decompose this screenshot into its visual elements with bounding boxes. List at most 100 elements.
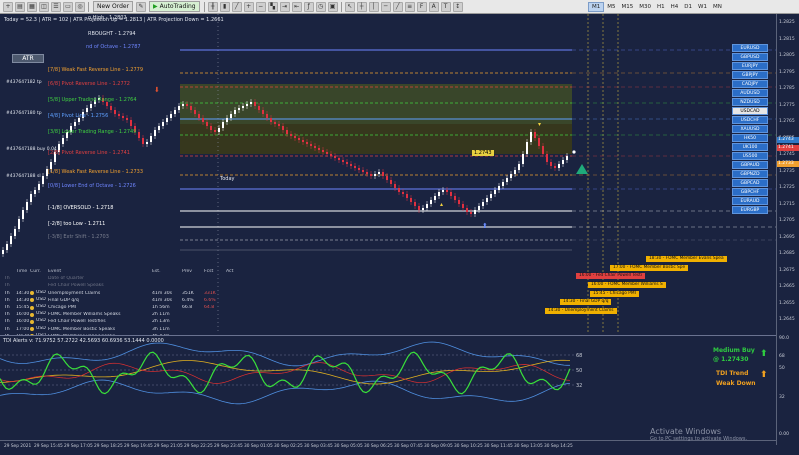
symbol-button-euraud[interactable]: EURAUD — [732, 197, 768, 205]
symbol-button-usdchf[interactable]: USDCHF — [732, 116, 768, 124]
timeframe-w1[interactable]: W1 — [695, 2, 710, 12]
trendline-icon[interactable]: ╱ — [392, 1, 403, 12]
timeframe-group: M1 M5 M15 M30 H1 H4 D1 W1 MN — [588, 2, 725, 12]
timeframe-mn[interactable]: MN — [710, 2, 725, 12]
price-box: 1.2733 — [777, 161, 799, 167]
horizontal-line-icon[interactable]: ─ — [380, 1, 391, 12]
candle-body — [130, 120, 132, 126]
calendar-row[interactable]: Th 14:30 USD Unemployment Claims 41m 30s 351K… — [4, 290, 250, 297]
calendar-row[interactable]: Th 15:45 USD Chicago PMI 1h 56m 66.8 64.8 — [4, 304, 250, 311]
calendar-prev: 351K — [182, 290, 194, 296]
templates-icon[interactable]: ▣ — [327, 1, 338, 12]
candle-body — [530, 132, 532, 142]
symbol-button-us500[interactable]: US500 — [732, 152, 768, 160]
symbol-button-audusd[interactable]: AUDUSD — [732, 89, 768, 97]
zoom-in-icon[interactable]: + — [243, 1, 254, 12]
cursor-icon[interactable]: ↖ — [344, 1, 355, 12]
candle-body — [390, 180, 392, 184]
calendar-row[interactable]: Th 14:30 USD Final GDP q/q 41m 30s 6.4% 6.6% — [4, 297, 250, 304]
candle-body — [450, 192, 452, 196]
candle-body — [522, 154, 524, 164]
data-window-icon[interactable]: ◫ — [39, 1, 49, 12]
current-price-tag: 1.2743 — [472, 150, 494, 156]
time-tick: 29 Sep 15:45 — [34, 444, 63, 449]
crosshair-icon[interactable]: ┼ — [356, 1, 367, 12]
strategy-tester-icon[interactable]: ◎ — [75, 1, 85, 12]
calendar-row[interactable]: Th 17:00 USD FOMC Member Bostic Speaks 3h 11… — [4, 326, 250, 333]
fibonacci-icon[interactable]: F — [416, 1, 427, 12]
symbol-button-eurjpy[interactable]: EURJPY — [732, 62, 768, 70]
symbol-button-hk50[interactable]: HK50 — [732, 134, 768, 142]
symbol-button-gbpjpy[interactable]: GBPJPY — [732, 71, 768, 79]
tile-windows-icon[interactable]: ▚ — [267, 1, 278, 12]
indicators-icon[interactable]: ƒ — [303, 1, 314, 12]
vertical-line-icon[interactable]: │ — [368, 1, 379, 12]
impact-dot-icon — [30, 291, 34, 296]
timeframe-m15[interactable]: M15 — [619, 2, 637, 12]
timeframe-h1[interactable]: H1 — [654, 2, 668, 12]
price-tick: 1.2735 — [779, 168, 795, 174]
timeframe-m30[interactable]: M30 — [636, 2, 654, 12]
zoom-out-icon[interactable]: − — [255, 1, 266, 12]
level-label: [0/8] Lower End of Octave - 1.2726 — [48, 183, 136, 189]
arrows-icon[interactable]: ↕ — [452, 1, 463, 12]
candle-body — [42, 176, 44, 184]
metaeditor-icon[interactable]: ✎ — [136, 1, 147, 12]
symbol-button-gbpaud[interactable]: GBPAUD — [732, 161, 768, 169]
bar-chart-icon[interactable]: ╫ — [207, 1, 218, 12]
symbol-button-gbpcad[interactable]: GBPCAD — [732, 179, 768, 187]
candle-body — [306, 142, 308, 144]
symbol-button-uk100[interactable]: UK100 — [732, 143, 768, 151]
label-icon[interactable]: T — [440, 1, 451, 12]
symbol-button-gbpnzd[interactable]: GBPNZD — [732, 170, 768, 178]
tdi-subwindow[interactable]: TDI Alerts v: 71.9752 57.2722 42.5693 60… — [0, 335, 776, 440]
candle-body — [370, 174, 372, 176]
channel-icon[interactable]: ≡ — [404, 1, 415, 12]
candle-body — [198, 114, 200, 118]
autoscroll-icon[interactable]: ⇥ — [279, 1, 290, 12]
autotrading-label: AutoTrading — [159, 3, 196, 10]
time-tick: 30 Sep 11:45 — [484, 444, 513, 449]
calendar-row[interactable]: Th 16:00 USD FOMC Member Williams Speaks 2h … — [4, 311, 250, 318]
candle-body — [374, 174, 376, 176]
candle-body — [218, 128, 220, 132]
timeframe-d1[interactable]: D1 — [681, 2, 695, 12]
calendar-row[interactable]: Th Fed Chair Powell Speaks — [4, 282, 250, 289]
level-label: [6/8] Pivot Reverse Line - 1.2772 — [48, 81, 130, 87]
candle-body — [38, 184, 40, 190]
terminal-icon[interactable]: ▭ — [63, 1, 73, 12]
market-watch-icon[interactable]: ▦ — [27, 1, 37, 12]
symbol-button-gbpchf[interactable]: GBPCHF — [732, 188, 768, 196]
profiles-icon[interactable]: ▤ — [15, 1, 25, 12]
timeframe-m1[interactable]: M1 — [588, 2, 605, 12]
new-chart-icon[interactable]: + — [3, 1, 13, 12]
atr-button[interactable]: ATR — [12, 54, 44, 63]
timeframe-h4[interactable]: H4 — [668, 2, 682, 12]
price-tick: 1.2645 — [779, 317, 795, 322]
periods-icon[interactable]: ◷ — [315, 1, 326, 12]
navigator-icon[interactable]: ☰ — [51, 1, 61, 12]
candlestick-icon[interactable]: ▮ — [219, 1, 230, 12]
symbol-button-eurusd[interactable]: EURUSD — [732, 44, 768, 52]
autotrading-button[interactable]: ▶ AutoTrading — [149, 1, 200, 12]
text-icon[interactable]: A — [428, 1, 439, 12]
calendar-est: 1h 56m — [152, 305, 170, 311]
symbol-button-xauusd[interactable]: XAUUSD — [732, 125, 768, 133]
col-prev: Prev — [182, 269, 193, 275]
calendar-row[interactable]: Th 16:00 USD Fed Chair Powell Testifies 2h 1… — [4, 318, 250, 325]
new-order-button[interactable]: New Order — [93, 1, 134, 12]
symbol-button-nzdusd[interactable]: NZDUSD — [732, 98, 768, 106]
price-dot-icon — [572, 150, 576, 154]
time-tick: 29 Sep 2021 — [4, 444, 32, 449]
symbol-button-gbpusd[interactable]: GBPUSD — [732, 53, 768, 61]
line-chart-icon[interactable]: ╱ — [231, 1, 242, 12]
chart-shift-icon[interactable]: ⇤ — [291, 1, 302, 12]
candle-body — [354, 166, 356, 168]
candle-body — [74, 122, 76, 126]
symbol-button-usdcad[interactable]: USDCAD — [732, 107, 768, 115]
symbol-button-eurgbp[interactable]: EURGBP — [732, 206, 768, 214]
main-chart[interactable]: ⬇ ▾ ▴ ⬆ Today = 52.3 | ATR = 102 | ATR P… — [0, 14, 776, 353]
calendar-row[interactable]: Th Date of Quarter — [4, 275, 250, 282]
timeframe-m5[interactable]: M5 — [604, 2, 618, 12]
symbol-button-cadjpy[interactable]: CADJPY — [732, 80, 768, 88]
